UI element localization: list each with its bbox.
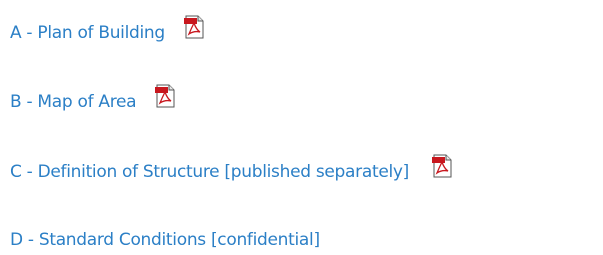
list-item: C - Definition of Structure [published s… <box>10 154 453 187</box>
document-link-b[interactable]: B - Map of Area <box>10 92 137 112</box>
document-link-d[interactable]: D - Standard Conditions [confidential] <box>10 230 320 250</box>
pdf-icon[interactable] <box>183 15 205 39</box>
document-link-a[interactable]: A - Plan of Building <box>10 23 165 43</box>
pdf-icon[interactable] <box>431 154 453 178</box>
pdf-icon[interactable] <box>154 84 176 108</box>
document-link-c[interactable]: C - Definition of Structure [published s… <box>10 162 409 182</box>
list-item: A - Plan of Building <box>10 15 205 48</box>
list-item: B - Map of Area <box>10 84 176 117</box>
